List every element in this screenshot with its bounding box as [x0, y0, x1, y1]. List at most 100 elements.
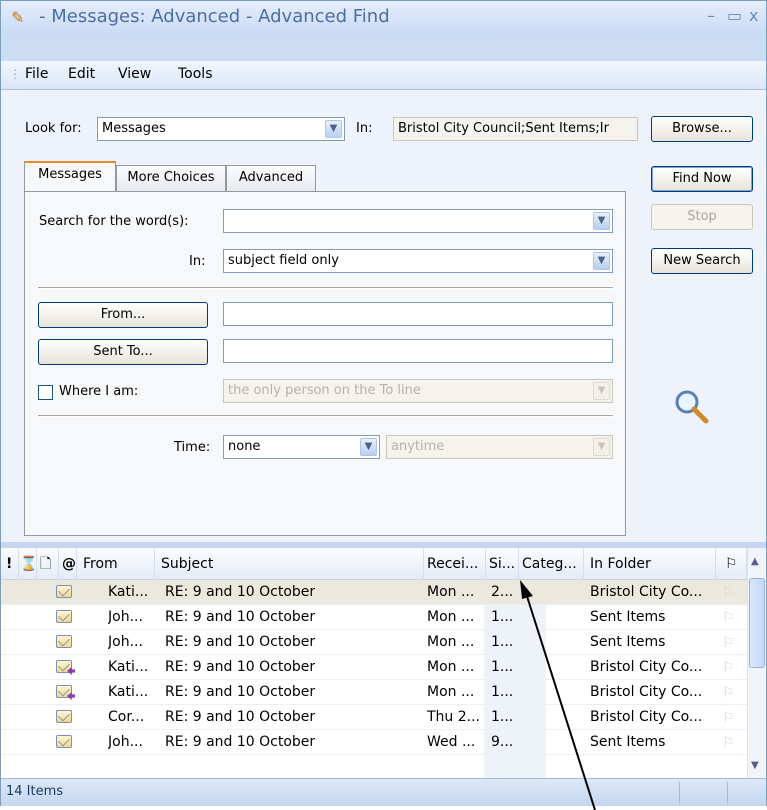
time-dropdown[interactable]: none ▼ — [223, 435, 380, 459]
scroll-up-icon[interactable]: ▲ — [751, 556, 759, 567]
received-cell: Thu 2... — [427, 709, 481, 725]
subject-cell: RE: 9 and 10 October — [165, 659, 316, 675]
from-cell: Joh... — [108, 634, 143, 650]
flag-column-header[interactable]: ⚐ — [716, 548, 747, 580]
search-words-dropdown[interactable]: ▼ — [223, 209, 613, 233]
menu-view[interactable]: View — [118, 66, 151, 82]
folder-cell: Bristol City Co... — [590, 584, 703, 600]
search-in-dropdown[interactable]: subject field only ▼ — [223, 249, 613, 273]
table-row[interactable]: Cor... RE: 9 and 10 October Thu 2... 1... Br… — [1, 705, 747, 730]
folder-cell: Bristol City Co... — [590, 684, 703, 700]
menu-tools[interactable]: Tools — [178, 66, 213, 82]
look-for-label: Look for: — [25, 121, 82, 136]
menu-tools-label: Tools — [178, 66, 213, 82]
chevron-down-icon[interactable]: ▼ — [360, 438, 377, 456]
tab-messages-label: Messages — [38, 167, 102, 182]
folder-cell: Bristol City Co... — [590, 709, 703, 725]
advanced-find-window: ✎ - Messages: Advanced - Advanced Find –… — [0, 0, 767, 806]
sent-to-button[interactable]: Sent To... — [38, 339, 208, 365]
subject-cell: RE: 9 and 10 October — [165, 584, 316, 600]
divider — [38, 415, 613, 417]
from-column-header[interactable]: From — [77, 548, 155, 580]
from-button[interactable]: From... — [38, 302, 208, 328]
table-row[interactable]: Kati... RE: 9 and 10 October Mon ... 1... Br… — [1, 680, 747, 705]
menu-edit[interactable]: Edit — [68, 66, 95, 82]
table-row[interactable]: Kati... RE: 9 and 10 October Mon ... 2... Br… — [1, 580, 747, 605]
received-cell: Mon ... — [427, 609, 475, 625]
look-for-dropdown[interactable]: Messages ▼ — [97, 117, 345, 141]
close-button[interactable]: x — [749, 6, 758, 25]
size-cell: 1... — [491, 609, 514, 625]
annotation-arrow — [520, 580, 596, 810]
stop-button: Stop — [651, 204, 753, 230]
time-label: Time: — [174, 440, 211, 455]
tab-advanced[interactable]: Advanced — [226, 165, 316, 191]
look-for-value: Messages — [102, 121, 166, 136]
received-column-header[interactable]: Recei... — [424, 548, 486, 580]
find-now-button[interactable]: Find Now — [651, 166, 753, 192]
subject-cell: RE: 9 and 10 October — [165, 609, 316, 625]
received-cell: Mon ... — [427, 684, 475, 700]
where-i-am-checkbox[interactable] — [38, 385, 53, 400]
scroll-down-icon[interactable]: ▼ — [751, 760, 759, 771]
size-cell: 1... — [491, 709, 514, 725]
menu-bar: ⋮ File Edit View Tools — [1, 61, 766, 90]
chevron-down-icon: ▼ — [593, 382, 610, 400]
browse-button[interactable]: Browse... — [651, 116, 753, 142]
sent-to-field[interactable] — [223, 339, 613, 363]
maximize-button[interactable]: ▭ — [727, 6, 742, 25]
flag-icon[interactable]: ⚐ — [722, 635, 735, 651]
reminder-column-header[interactable]: ⌛ — [19, 548, 37, 580]
time-range-value: anytime — [391, 439, 445, 454]
from-field[interactable] — [223, 302, 613, 326]
menu-file[interactable]: File — [25, 66, 48, 82]
flag-icon[interactable]: ⚐ — [722, 685, 735, 701]
received-cell: Mon ... — [427, 634, 475, 650]
folder-cell: Sent Items — [590, 734, 666, 750]
subject-column-header[interactable]: Subject — [155, 548, 424, 580]
results-scrollbar[interactable]: ▲ ▼ — [747, 548, 766, 778]
menu-file-label: File — [25, 66, 49, 82]
from-cell: Joh... — [108, 734, 143, 750]
item-count: 14 Items — [6, 784, 64, 799]
minimize-button[interactable]: – — [707, 6, 715, 25]
table-row[interactable]: Joh... RE: 9 and 10 October Mon ... 1... Sen… — [1, 605, 747, 630]
size-column-header[interactable]: Si... — [486, 548, 519, 580]
table-row[interactable]: Joh... RE: 9 and 10 October Mon ... 1... Sen… — [1, 630, 747, 655]
importance-column-header[interactable]: ! — [1, 548, 19, 580]
flag-icon[interactable]: ⚐ — [722, 585, 735, 601]
menu-view-label: View — [118, 66, 152, 82]
envelope-icon — [56, 585, 72, 598]
flag-icon[interactable]: ⚐ — [722, 710, 735, 726]
table-row[interactable]: Joh... RE: 9 and 10 October Wed ... 9... Sen… — [1, 730, 747, 755]
where-i-am-value: the only person on the To line — [228, 383, 421, 398]
folder-column-header[interactable]: In Folder — [584, 548, 716, 580]
from-cell: Cor... — [108, 709, 145, 725]
folder-cell: Sent Items — [590, 634, 666, 650]
chevron-down-icon[interactable]: ▼ — [593, 252, 610, 270]
flag-icon[interactable]: ⚐ — [722, 610, 735, 626]
magnifier-icon — [675, 390, 709, 424]
attachment-column-header[interactable]: @ — [59, 548, 77, 580]
window-title: - Messages: Advanced - Advanced Find — [39, 6, 390, 27]
envelope-icon — [56, 710, 72, 723]
folder-cell: Bristol City Co... — [590, 659, 703, 675]
divider — [38, 287, 613, 289]
size-cell: 1... — [491, 634, 514, 650]
status-separator — [679, 782, 680, 803]
categories-column-header[interactable]: Categ... — [519, 548, 584, 580]
tab-more-choices[interactable]: More Choices — [116, 165, 226, 191]
table-row[interactable]: Kati... RE: 9 and 10 October Mon ... 1... Br… — [1, 655, 747, 680]
subject-cell: RE: 9 and 10 October — [165, 709, 316, 725]
chevron-down-icon[interactable]: ▼ — [325, 120, 342, 138]
where-i-am-label: Where I am: — [59, 384, 139, 399]
size-cell: 1... — [491, 684, 514, 700]
tab-more-choices-label: More Choices — [127, 170, 215, 185]
chevron-down-icon[interactable]: ▼ — [593, 212, 610, 230]
icon-column-header[interactable]: 🗋 — [37, 548, 59, 580]
flag-icon[interactable]: ⚐ — [722, 735, 735, 751]
flag-icon[interactable]: ⚐ — [722, 660, 735, 676]
scroll-thumb[interactable] — [749, 578, 765, 668]
new-search-button[interactable]: New Search — [651, 248, 753, 274]
tab-messages[interactable]: Messages — [24, 161, 116, 191]
